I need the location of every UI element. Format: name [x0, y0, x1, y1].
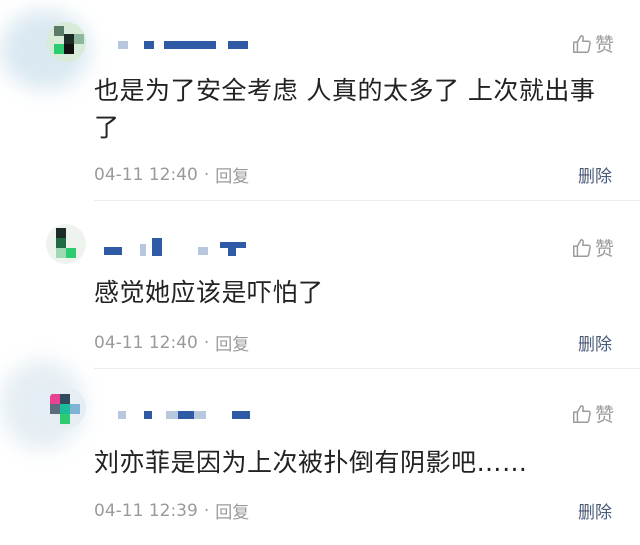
- thumbs-up-icon: [573, 238, 591, 257]
- divider: [94, 368, 640, 369]
- comment-date: 04-11: [94, 332, 144, 353]
- like-label: 赞: [594, 34, 614, 56]
- comment-text: 刘亦菲是因为上次被扑倒有阴影吧……: [94, 448, 528, 477]
- comment-time: 12:40: [148, 332, 198, 353]
- comment-text: 也是为了安全考虑 人真的太多了 上次就出事了: [94, 76, 596, 142]
- like-label: 赞: [594, 404, 614, 426]
- like-button[interactable]: 赞: [571, 234, 614, 261]
- username-masked[interactable]: [100, 238, 260, 258]
- reply-button[interactable]: 回复: [215, 330, 249, 355]
- comment-meta: 04-11 12:40 · 回复: [94, 162, 249, 188]
- separator-dot: ·: [203, 332, 210, 353]
- comment-date: 04-11: [94, 164, 144, 185]
- delete-button[interactable]: 删除: [578, 330, 612, 355]
- avatar[interactable]: [46, 388, 86, 428]
- avatar[interactable]: [46, 224, 86, 264]
- username-masked[interactable]: [100, 38, 260, 52]
- comment-meta: 04-11 12:39 · 回复: [94, 498, 249, 524]
- reply-button[interactable]: 回复: [215, 162, 249, 187]
- comment-time: 12:40: [148, 164, 198, 185]
- comment-item: 赞 也是为了安全考虑 人真的太多了 上次就出事了 04-11 12:40 · 回…: [0, 0, 640, 201]
- like-button[interactable]: 赞: [571, 30, 614, 57]
- comment-text: 感觉她应该是吓怕了: [94, 278, 324, 307]
- comment-time: 12:39: [148, 500, 198, 521]
- separator-dot: ·: [203, 164, 210, 185]
- thumbs-up-icon: [573, 404, 591, 423]
- like-button[interactable]: 赞: [571, 400, 614, 427]
- comment-item: 赞 刘亦菲是因为上次被扑倒有阴影吧…… 04-11 12:39 · 回复 删除: [0, 370, 640, 545]
- comment-meta: 04-11 12:40 · 回复: [94, 330, 249, 356]
- delete-button[interactable]: 删除: [578, 498, 612, 523]
- comment-date: 04-11: [94, 500, 144, 521]
- thumbs-up-icon: [573, 34, 591, 53]
- separator-dot: ·: [203, 500, 210, 521]
- comment-item: 赞 感觉她应该是吓怕了 04-11 12:40 · 回复 删除: [0, 200, 640, 370]
- username-masked[interactable]: [100, 408, 260, 422]
- like-label: 赞: [594, 238, 614, 260]
- reply-button[interactable]: 回复: [215, 498, 249, 523]
- delete-button[interactable]: 删除: [578, 162, 612, 187]
- avatar[interactable]: [46, 22, 86, 62]
